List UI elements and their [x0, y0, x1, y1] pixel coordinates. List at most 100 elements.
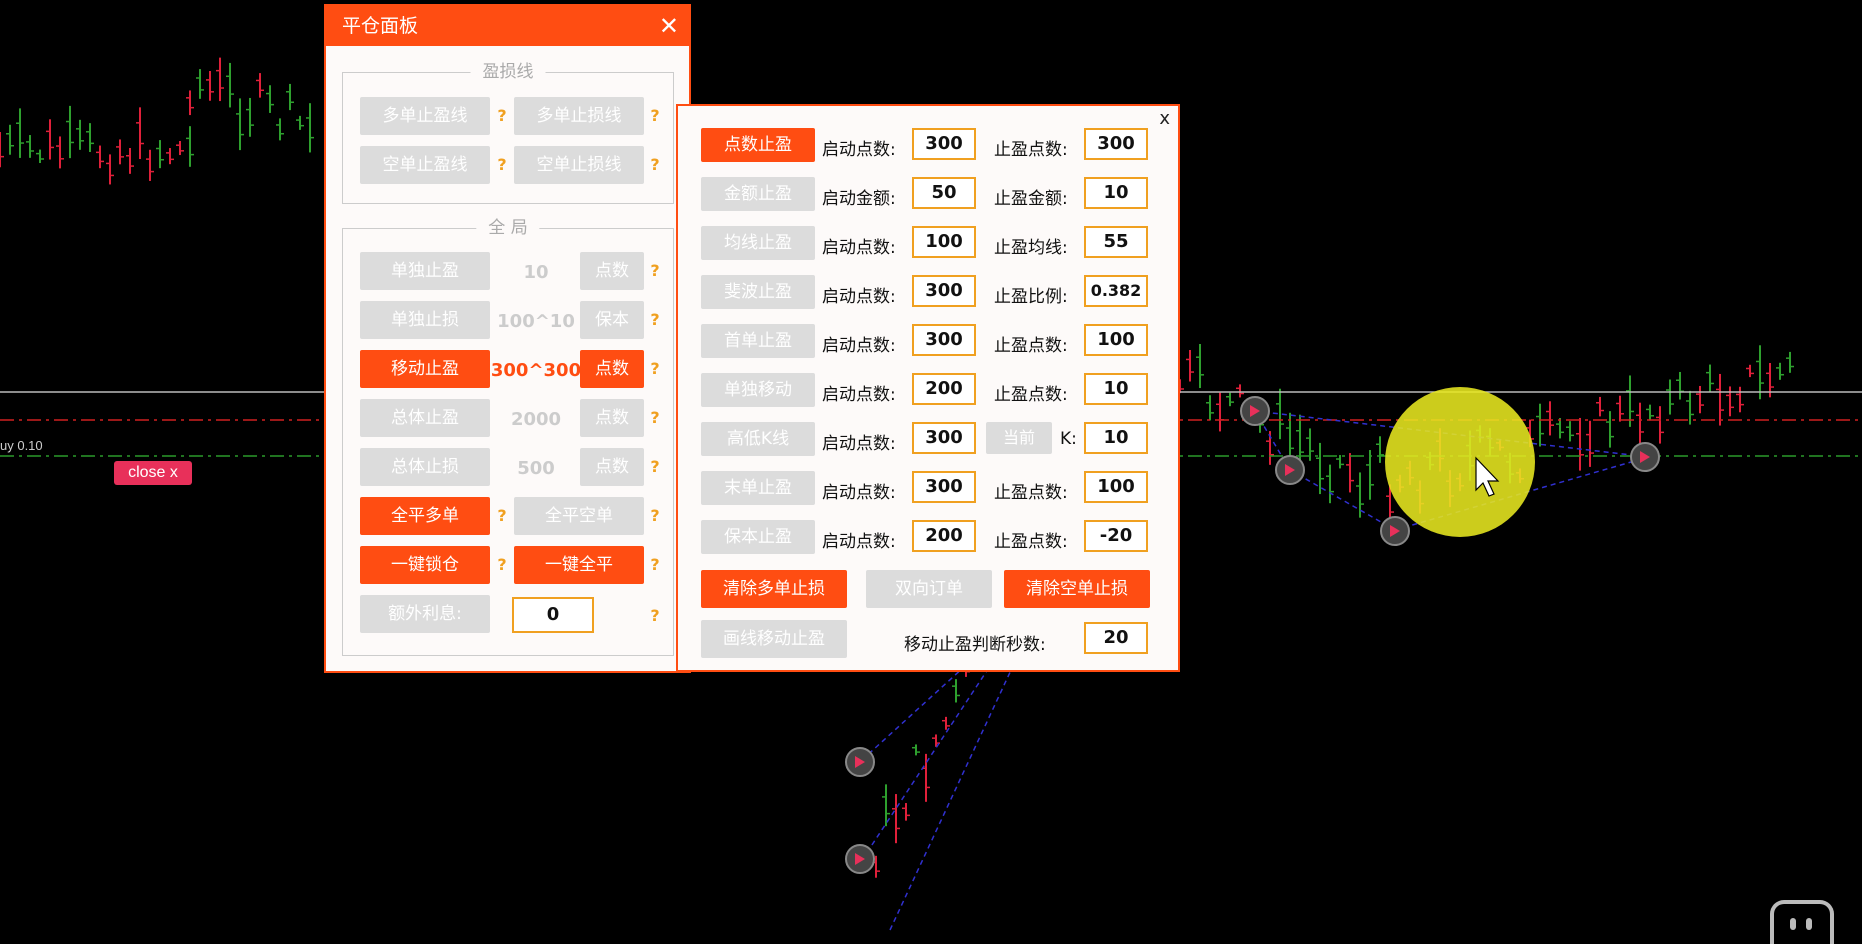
help-icon[interactable]: ?: [649, 106, 661, 125]
amount-tp-button[interactable]: 金额止盈: [701, 177, 815, 211]
close-all-short-button[interactable]: 全平空单: [514, 497, 644, 535]
tp-points-label: 止盈点数:: [994, 140, 1068, 160]
tp-points-input[interactable]: 100: [1084, 471, 1148, 503]
tp-points-label: 止盈点数:: [994, 532, 1068, 552]
start-amount-input[interactable]: 50: [912, 177, 976, 209]
total-tp-value: 2000: [510, 409, 562, 430]
start-points-input[interactable]: 200: [912, 520, 976, 552]
start-points-label: 启动点数:: [822, 140, 896, 160]
help-icon[interactable]: ?: [649, 606, 661, 625]
group-label: 全 局: [476, 218, 540, 238]
total-tp-unit-button[interactable]: 点数: [580, 399, 644, 437]
start-points-input[interactable]: 300: [912, 128, 976, 160]
total-sl-unit-button[interactable]: 点数: [580, 448, 644, 486]
total-tp-button[interactable]: 总体止盈: [360, 399, 490, 437]
extra-interest-button[interactable]: 额外利息:: [360, 595, 490, 633]
tp-points-input[interactable]: 10: [1084, 373, 1148, 405]
start-points-input[interactable]: 100: [912, 226, 976, 258]
buy-order-label: uy 0.10: [0, 438, 43, 453]
panel-title-bar: 平仓面板 ✕: [326, 6, 689, 46]
help-icon[interactable]: ?: [649, 155, 661, 174]
start-amount-label: 启动金额:: [822, 189, 896, 209]
help-icon[interactable]: ?: [649, 359, 661, 378]
close-icon[interactable]: ✕: [659, 6, 679, 46]
single-sl-unit-button[interactable]: 保本: [580, 301, 644, 339]
tp-points-label: 止盈点数:: [994, 483, 1068, 503]
single-trailing-button[interactable]: 单独移动: [701, 373, 815, 407]
help-icon[interactable]: ?: [649, 555, 661, 574]
start-points-label: 启动点数:: [822, 238, 896, 258]
breakeven-tp-button[interactable]: 保本止盈: [701, 520, 815, 554]
ma-tp-button[interactable]: 均线止盈: [701, 226, 815, 260]
start-points-label: 启动点数:: [822, 336, 896, 356]
help-icon[interactable]: ?: [649, 310, 661, 329]
tp-ratio-input[interactable]: 0.382: [1084, 275, 1148, 307]
single-tp-value: 10: [523, 262, 549, 283]
tp-sl-line-group: 盈损线: [342, 62, 674, 204]
close-icon[interactable]: x: [1159, 108, 1170, 129]
bilibili-watermark-icon: [1770, 900, 1834, 944]
last-order-tp-button[interactable]: 末单止盈: [701, 471, 815, 505]
help-icon[interactable]: ?: [496, 506, 508, 525]
two-way-order-button[interactable]: 双向订单: [866, 570, 992, 608]
help-icon[interactable]: ?: [496, 155, 508, 174]
clear-long-sl-button[interactable]: 清除多单止损: [701, 570, 847, 608]
current-button[interactable]: 当前: [986, 422, 1052, 454]
help-icon[interactable]: ?: [649, 457, 661, 476]
single-sl-value: 100^10: [497, 311, 575, 332]
start-points-input[interactable]: 300: [912, 324, 976, 356]
tp-ratio-label: 止盈比例:: [994, 287, 1068, 307]
close-position-panel: 平仓面板 ✕ 盈损线 多单止盈线 ? 多单止损线 ? 空单止盈线 ? 空单止损线…: [324, 4, 691, 673]
help-icon[interactable]: ?: [649, 261, 661, 280]
close-all-long-button[interactable]: 全平多单: [360, 497, 490, 535]
help-icon[interactable]: ?: [649, 506, 661, 525]
panel-title: 平仓面板: [342, 15, 419, 37]
cursor-highlight: [1385, 387, 1535, 537]
extra-interest-input[interactable]: 0: [512, 597, 594, 633]
start-points-input[interactable]: 200: [912, 373, 976, 405]
total-sl-button[interactable]: 总体止损: [360, 448, 490, 486]
draw-trailing-tp-button[interactable]: 画线移动止盈: [701, 620, 847, 658]
tp-points-label: 止盈点数:: [994, 336, 1068, 356]
long-sl-line-button[interactable]: 多单止损线: [514, 97, 644, 135]
first-order-tp-button[interactable]: 首单止盈: [701, 324, 815, 358]
start-points-label: 启动点数:: [822, 483, 896, 503]
k-input[interactable]: 10: [1084, 422, 1148, 454]
take-profit-settings-panel: x 点数止盈 启动点数: 300 止盈点数: 300 金额止盈 启动金额: 50…: [676, 104, 1180, 672]
group-label: 盈损线: [470, 62, 546, 82]
help-icon[interactable]: ?: [496, 555, 508, 574]
single-sl-button[interactable]: 单独止损: [360, 301, 490, 339]
start-points-label: 启动点数:: [822, 532, 896, 552]
start-points-input[interactable]: 300: [912, 275, 976, 307]
tp-amount-input[interactable]: 10: [1084, 177, 1148, 209]
trailing-tp-value: 300^300: [490, 360, 582, 381]
k-label: K:: [1060, 429, 1077, 449]
points-tp-button[interactable]: 点数止盈: [701, 128, 815, 162]
tp-amount-label: 止盈金额:: [994, 189, 1068, 209]
help-icon[interactable]: ?: [496, 106, 508, 125]
long-tp-line-button[interactable]: 多单止盈线: [360, 97, 490, 135]
high-low-k-button[interactable]: 高低K线: [701, 422, 815, 456]
fibo-tp-button[interactable]: 斐波止盈: [701, 275, 815, 309]
trailing-seconds-input[interactable]: 20: [1084, 622, 1148, 654]
one-click-lock-button[interactable]: 一键锁仓: [360, 546, 490, 584]
trailing-tp-unit-button[interactable]: 点数: [580, 350, 644, 388]
trailing-seconds-label: 移动止盈判断秒数:: [904, 635, 1046, 655]
help-icon[interactable]: ?: [649, 408, 661, 427]
start-points-label: 启动点数:: [822, 385, 896, 405]
tp-ma-input[interactable]: 55: [1084, 226, 1148, 258]
trailing-tp-button[interactable]: 移动止盈: [360, 350, 490, 388]
short-sl-line-button[interactable]: 空单止损线: [514, 146, 644, 184]
close-order-button[interactable]: close x: [114, 461, 192, 485]
tp-points-input[interactable]: -20: [1084, 520, 1148, 552]
start-points-input[interactable]: 300: [912, 471, 976, 503]
single-tp-unit-button[interactable]: 点数: [580, 252, 644, 290]
tp-points-input[interactable]: 100: [1084, 324, 1148, 356]
one-click-close-all-button[interactable]: 一键全平: [514, 546, 644, 584]
single-tp-button[interactable]: 单独止盈: [360, 252, 490, 290]
start-points-label: 启动点数:: [822, 434, 896, 454]
start-points-input[interactable]: 300: [912, 422, 976, 454]
tp-points-input[interactable]: 300: [1084, 128, 1148, 160]
short-tp-line-button[interactable]: 空单止盈线: [360, 146, 490, 184]
clear-short-sl-button[interactable]: 清除空单止损: [1004, 570, 1150, 608]
